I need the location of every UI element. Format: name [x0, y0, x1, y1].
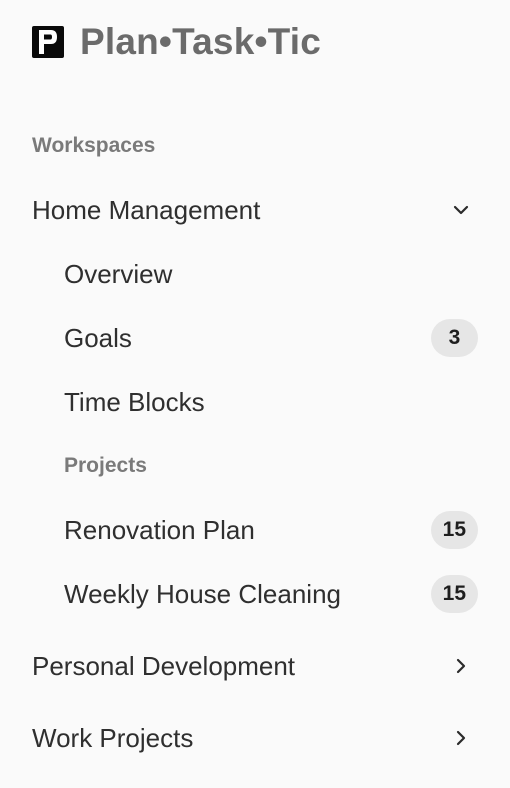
workspaces-label: Workspaces: [32, 134, 156, 157]
workspaces-section-header: Workspaces: [0, 130, 510, 162]
project-weekly-house-cleaning[interactable]: Weekly House Cleaning 15: [0, 574, 510, 614]
workspace-label: Personal Development: [32, 650, 296, 681]
workspace-work-projects[interactable]: Work Projects: [0, 718, 510, 758]
count-badge: 15: [430, 511, 478, 549]
count-badge: 3: [431, 319, 478, 357]
nav-item-overview[interactable]: Overview: [0, 254, 510, 294]
workspace-personal-development[interactable]: Personal Development: [0, 646, 510, 686]
projects-label: Projects: [64, 454, 147, 477]
project-label: Renovation Plan: [64, 514, 255, 545]
chevron-right-icon[interactable]: [450, 727, 472, 749]
projects-section-header: Projects: [0, 450, 510, 482]
brand-name: Plan•Task•Tic: [80, 21, 322, 62]
workspace-home-management[interactable]: Home Management: [0, 190, 510, 230]
brand[interactable]: Plan•Task•Tic: [32, 21, 322, 62]
nav-item-label: Time Blocks: [64, 386, 205, 417]
nav-item-label: Goals: [64, 322, 132, 353]
workspace-label: Work Projects: [32, 722, 194, 753]
chevron-down-icon[interactable]: [450, 199, 472, 221]
logo-icon: [32, 26, 64, 58]
sidebar: Plan•Task•Tic Workspaces Home Management…: [0, 0, 510, 788]
nav-item-goals[interactable]: Goals 3: [0, 318, 510, 358]
chevron-right-icon[interactable]: [450, 655, 472, 677]
workspace-label: Home Management: [32, 194, 261, 225]
nav-item-time-blocks[interactable]: Time Blocks: [0, 382, 510, 422]
nav-item-label: Overview: [64, 258, 173, 289]
count-badge: 15: [430, 575, 478, 613]
project-label: Weekly House Cleaning: [64, 578, 341, 609]
project-renovation-plan[interactable]: Renovation Plan 15: [0, 510, 510, 550]
